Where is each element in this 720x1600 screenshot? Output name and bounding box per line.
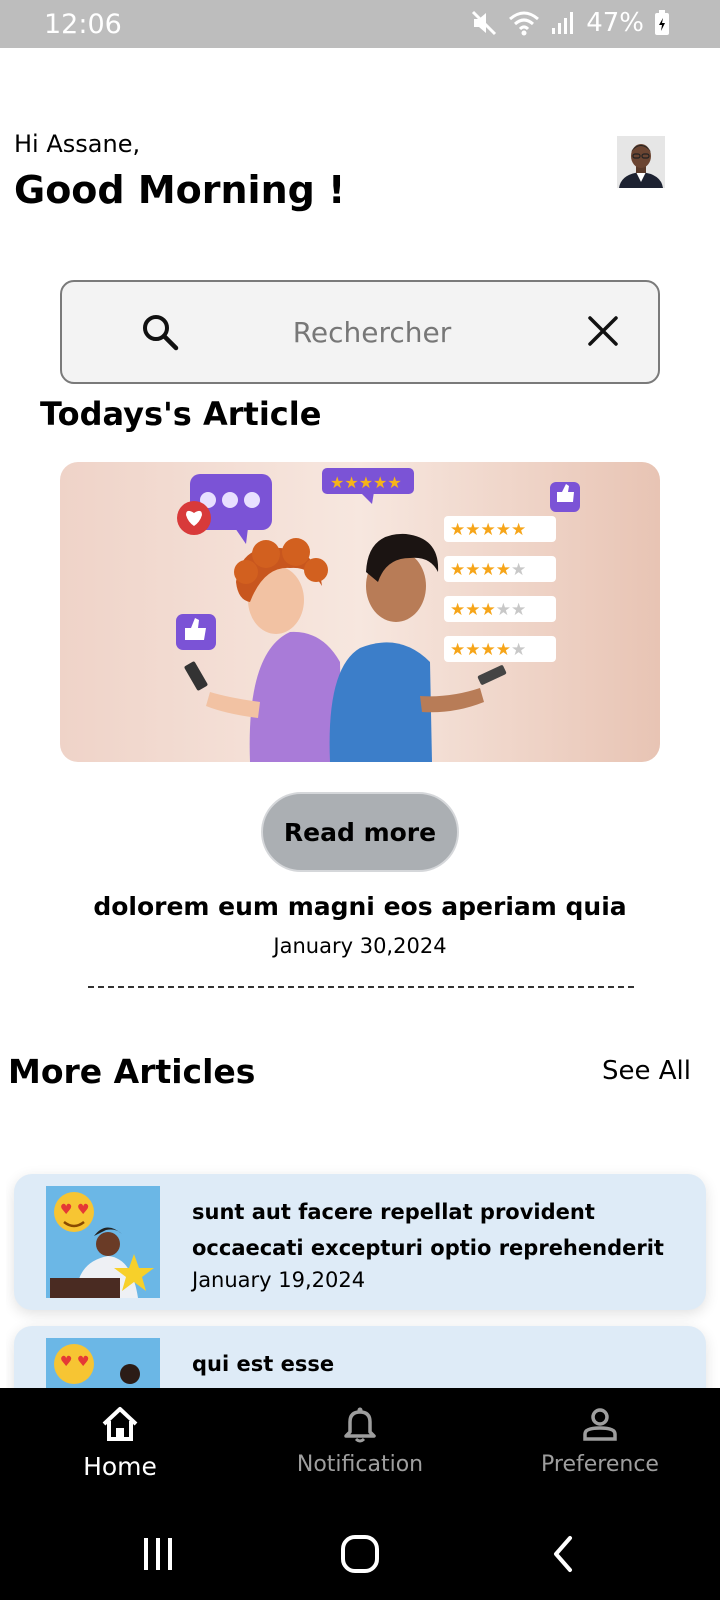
home-button-icon[interactable] [340, 1534, 380, 1574]
avatar-image [617, 136, 665, 188]
signal-icon [552, 12, 574, 34]
bell-icon [344, 1407, 376, 1443]
divider [88, 986, 634, 988]
home-icon [102, 1407, 138, 1441]
status-time: 12:06 [44, 9, 122, 40]
greeting-text: Hi Assane, [14, 130, 141, 158]
person-icon [583, 1408, 617, 1441]
thumbnail-image: ♥ ♥ [46, 1338, 160, 1388]
read-more-button[interactable]: Read more [261, 792, 459, 872]
svg-text:♥ ♥: ♥ ♥ [60, 1202, 90, 1218]
close-icon[interactable] [586, 314, 620, 348]
status-icons: 47% [470, 8, 670, 38]
search-icon[interactable] [140, 312, 180, 352]
search-input[interactable] [252, 308, 492, 356]
page-title: Good Morning ! [14, 168, 346, 212]
svg-text:★★★★★: ★★★★★ [330, 473, 402, 492]
battery-percent: 47% [586, 8, 644, 38]
recent-apps-icon[interactable] [140, 1534, 176, 1574]
article-thumbnail: ♥ ♥ [46, 1186, 160, 1298]
nav-item-preference[interactable]: Preference [500, 1404, 700, 1477]
list-item[interactable]: ♥ ♥ sunt aut facere repellat provident o… [14, 1174, 706, 1310]
svg-text:★★★★★: ★★★★★ [450, 560, 526, 580]
svg-text:★★★★★: ★★★★★ [450, 640, 526, 660]
svg-text:♥ ♥: ♥ ♥ [60, 1354, 90, 1370]
mute-icon [472, 10, 497, 36]
article-title: qui est esse [192, 1352, 335, 1376]
battery-icon [655, 10, 669, 35]
avatar[interactable] [617, 136, 665, 188]
system-navigation-bar [0, 1514, 720, 1600]
thumbnail-image: ♥ ♥ [46, 1186, 160, 1298]
article-date: January 19,2024 [192, 1268, 366, 1292]
hero-illustration: ★★★★★ ★★★★★ ★★★★★ ★★★★★ ★★★★★ [176, 468, 580, 762]
nav-label-notification: Notification [296, 1452, 424, 1477]
todays-article-date: January 30,2024 [273, 934, 447, 958]
back-icon[interactable] [548, 1534, 578, 1574]
search-bar [60, 280, 660, 384]
article-thumbnail: ♥ ♥ [46, 1338, 160, 1388]
nav-item-notification[interactable]: Notification [260, 1404, 460, 1477]
svg-text:★★★★★: ★★★★★ [450, 520, 526, 540]
todays-article-heading: Todays's Article [40, 395, 322, 433]
article-hero-image[interactable]: ★★★★★ ★★★★★ ★★★★★ ★★★★★ ★★★★★ [60, 462, 660, 762]
see-all-link[interactable]: See All [602, 1056, 691, 1086]
bottom-navigation: Home Notification Preference [0, 1388, 720, 1600]
more-articles-heading: More Articles [8, 1052, 256, 1091]
article-title: sunt aut facere repellat provident occae… [192, 1200, 664, 1260]
svg-text:★★★★★: ★★★★★ [450, 600, 526, 620]
nav-item-home[interactable]: Home [20, 1404, 220, 1481]
articles-list[interactable]: ♥ ♥ sunt aut facere repellat provident o… [6, 1164, 718, 1388]
wifi-icon [509, 11, 540, 36]
list-item[interactable]: ♥ ♥ qui est esse [14, 1326, 706, 1388]
nav-label-preference: Preference [541, 1452, 659, 1477]
status-bar: 12:06 47% [0, 0, 720, 48]
nav-label-home: Home [83, 1452, 157, 1481]
todays-article-title[interactable]: dolorem eum magni eos aperiam quia [0, 892, 720, 921]
